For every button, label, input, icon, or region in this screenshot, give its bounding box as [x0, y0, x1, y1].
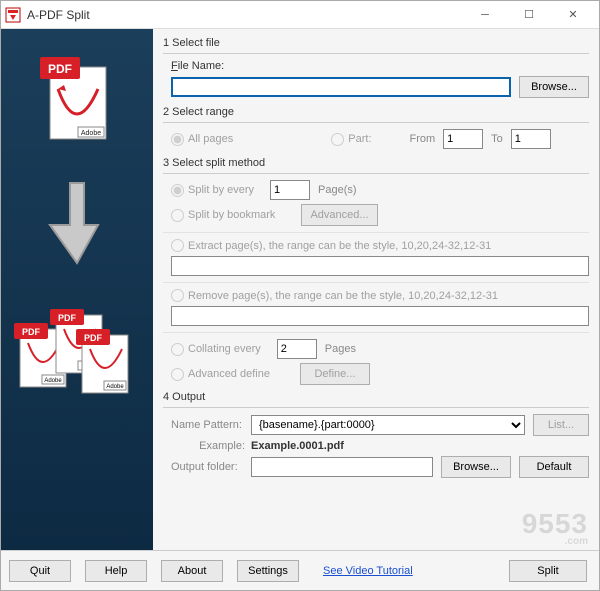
section-1-title: 1 Select file: [163, 37, 589, 49]
svg-text:PDF: PDF: [22, 327, 41, 337]
close-button[interactable]: ✕: [551, 1, 595, 29]
svg-text:PDF: PDF: [84, 333, 103, 343]
all-pages-radio[interactable]: All pages: [171, 133, 233, 146]
from-label: From: [410, 133, 436, 145]
default-button[interactable]: Default: [519, 456, 589, 478]
bookmark-advanced-button[interactable]: Advanced...: [301, 204, 377, 226]
extract-range-input[interactable]: [171, 256, 589, 276]
sidebar-illustration: PDF Adobe PDFAdobe PDFAd PDFAdobe: [1, 29, 153, 550]
advanced-define-radio[interactable]: Advanced define: [171, 368, 270, 381]
example-value: Example.0001.pdf: [251, 440, 344, 452]
file-name-label: File Name:: [171, 60, 224, 72]
from-input[interactable]: [443, 129, 483, 149]
about-button[interactable]: About: [161, 560, 223, 582]
collating-suffix-label: Pages: [325, 343, 356, 355]
svg-text:PDF: PDF: [48, 62, 72, 76]
split-every-radio[interactable]: Split by every: [171, 184, 254, 197]
app-icon: [5, 7, 21, 23]
svg-text:Adobe: Adobe: [106, 384, 124, 390]
output-folder-label: Output folder:: [171, 461, 251, 473]
pdf-multi-icon: PDFAdobe PDFAd PDFAdobe: [12, 299, 142, 419]
svg-text:Adobe: Adobe: [44, 378, 62, 384]
output-folder-input[interactable]: [251, 457, 433, 477]
footer-bar: Quit Help About Settings See Video Tutor…: [1, 550, 599, 590]
split-button[interactable]: Split: [509, 560, 587, 582]
file-name-input[interactable]: [171, 77, 511, 97]
remove-radio[interactable]: Remove page(s), the range can be the sty…: [171, 289, 498, 302]
collating-input[interactable]: [277, 339, 317, 359]
quit-button[interactable]: Quit: [9, 560, 71, 582]
to-label: To: [491, 133, 503, 145]
settings-button[interactable]: Settings: [237, 560, 299, 582]
help-button[interactable]: Help: [85, 560, 147, 582]
collating-radio[interactable]: Collating every: [171, 343, 261, 356]
to-input[interactable]: [511, 129, 551, 149]
svg-text:PDF: PDF: [58, 313, 77, 323]
main-panel: 1 Select file File Name: Browse... 2 Sel…: [153, 29, 599, 550]
define-button[interactable]: Define...: [300, 363, 370, 385]
titlebar: A-PDF Split ─ ☐ ✕: [1, 1, 599, 29]
maximize-button[interactable]: ☐: [507, 1, 551, 29]
remove-range-input[interactable]: [171, 306, 589, 326]
browse-file-button[interactable]: Browse...: [519, 76, 589, 98]
section-3-title: 3 Select split method: [163, 157, 589, 169]
pages-suffix-label: Page(s): [318, 184, 357, 196]
name-pattern-select[interactable]: {basename}.{part:0000}: [251, 415, 525, 435]
extract-radio[interactable]: Extract page(s), the range can be the st…: [171, 239, 491, 252]
pdf-single-icon: PDF Adobe: [32, 49, 122, 149]
svg-text:Adobe: Adobe: [81, 130, 101, 137]
example-label: Example:: [171, 440, 251, 452]
part-radio[interactable]: Part:: [331, 133, 371, 146]
section-2-title: 2 Select range: [163, 106, 589, 118]
tutorial-link[interactable]: See Video Tutorial: [323, 565, 413, 577]
arrow-down-icon: [42, 179, 112, 269]
list-button[interactable]: List...: [533, 414, 589, 436]
browse-output-button[interactable]: Browse...: [441, 456, 511, 478]
window-title: A-PDF Split: [27, 8, 463, 22]
split-bookmark-radio[interactable]: Split by bookmark: [171, 209, 275, 222]
section-4-title: 4 Output: [163, 391, 589, 403]
minimize-button[interactable]: ─: [463, 1, 507, 29]
split-every-input[interactable]: [270, 180, 310, 200]
name-pattern-label: Name Pattern:: [171, 419, 251, 431]
